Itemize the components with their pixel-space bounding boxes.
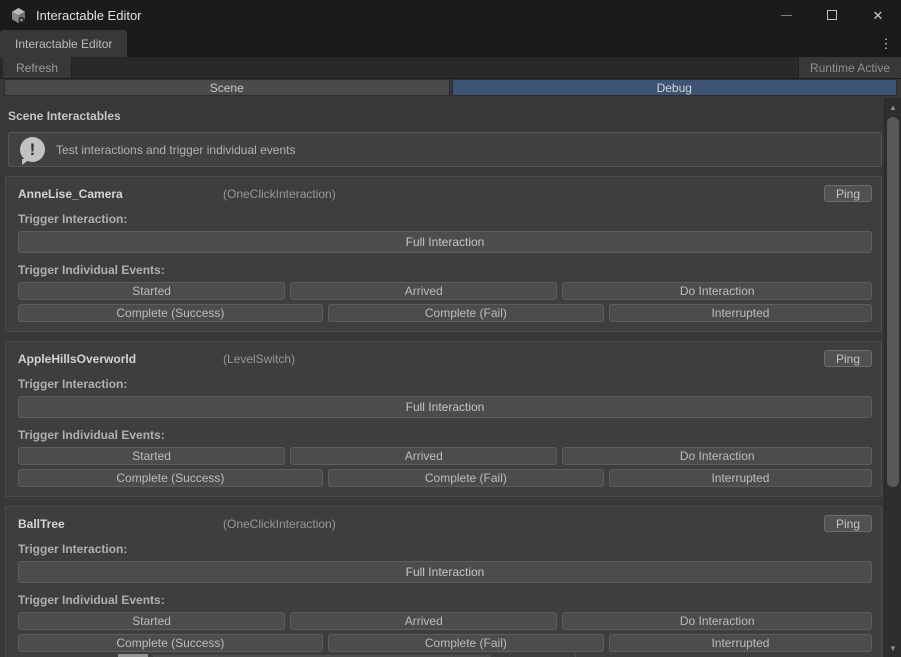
window-titlebar: Interactable Editor ✕: [0, 0, 901, 30]
info-icon: !: [20, 137, 45, 162]
close-icon: ✕: [873, 9, 884, 22]
interactable-type: (OneClickInteraction): [223, 187, 824, 201]
full-interaction-button[interactable]: Full Interaction: [18, 396, 872, 418]
tab-scene[interactable]: Scene: [4, 79, 450, 96]
started-button[interactable]: Started: [18, 447, 285, 465]
maximize-button[interactable]: [809, 0, 855, 30]
interactable-name: AppleHillsOverworld: [18, 352, 223, 366]
complete-success-button[interactable]: Complete (Success): [18, 634, 323, 652]
section-header: AppleHillsOverworld (LevelSwitch) Ping: [18, 350, 872, 367]
complete-success-button[interactable]: Complete (Success): [18, 469, 323, 487]
close-button[interactable]: ✕: [855, 0, 901, 30]
interrupted-button[interactable]: Interrupted: [609, 469, 872, 487]
trigger-events-label: Trigger Individual Events:: [18, 263, 872, 277]
do-interaction-button[interactable]: Do Interaction: [562, 612, 872, 630]
event-button-row: Complete (Success) Complete (Fail) Inter…: [18, 469, 872, 487]
interactable-name: BallTree: [18, 517, 223, 531]
info-message: Test interactions and trigger individual…: [56, 143, 295, 157]
interactable-name: AnneLise_Camera: [18, 187, 223, 201]
do-interaction-button[interactable]: Do Interaction: [562, 447, 872, 465]
complete-fail-button[interactable]: Complete (Fail): [328, 304, 604, 322]
trigger-interaction-label: Trigger Interaction:: [18, 377, 872, 391]
started-button[interactable]: Started: [18, 612, 285, 630]
arrived-button[interactable]: Arrived: [290, 282, 557, 300]
full-interaction-button[interactable]: Full Interaction: [18, 561, 872, 583]
interactable-type: (OneClickInteraction): [223, 517, 824, 531]
event-button-row: Complete (Success) Complete (Fail) Inter…: [18, 634, 872, 652]
kebab-menu-icon[interactable]: ⋮: [878, 30, 894, 57]
event-button-row: Complete (Success) Complete (Fail) Inter…: [18, 304, 872, 322]
trigger-events-label: Trigger Individual Events:: [18, 428, 872, 442]
vertical-scrollbar[interactable]: ▲ ▼: [884, 98, 901, 657]
maximize-icon: [827, 10, 837, 20]
complete-fail-button[interactable]: Complete (Fail): [328, 634, 604, 652]
interrupted-button[interactable]: Interrupted: [609, 304, 872, 322]
clipped-next-section: [0, 653, 884, 657]
started-button[interactable]: Started: [18, 282, 285, 300]
tab-debug[interactable]: Debug: [452, 79, 898, 96]
complete-fail-button[interactable]: Complete (Fail): [328, 469, 604, 487]
do-interaction-button[interactable]: Do Interaction: [562, 282, 872, 300]
tab-interactable-editor[interactable]: Interactable Editor: [0, 30, 127, 57]
toolbar: Refresh Runtime Active: [0, 57, 901, 79]
complete-success-button[interactable]: Complete (Success): [18, 304, 323, 322]
interactable-section: AppleHillsOverworld (LevelSwitch) Ping T…: [5, 341, 882, 497]
full-interaction-button[interactable]: Full Interaction: [18, 231, 872, 253]
event-button-row: Started Arrived Do Interaction: [18, 447, 872, 465]
scrollbar-thumb[interactable]: [887, 117, 899, 487]
arrived-button[interactable]: Arrived: [290, 447, 557, 465]
minimize-button[interactable]: [763, 0, 809, 30]
scroll-down-icon[interactable]: ▼: [885, 641, 901, 655]
tab-label: Interactable Editor: [15, 37, 112, 51]
unity-cube-icon: [10, 7, 27, 24]
ping-button[interactable]: Ping: [824, 350, 872, 367]
scroll-up-icon[interactable]: ▲: [885, 100, 901, 114]
interrupted-button[interactable]: Interrupted: [609, 634, 872, 652]
event-button-row: Started Arrived Do Interaction: [18, 282, 872, 300]
page-title: Scene Interactables: [8, 109, 884, 123]
trigger-interaction-label: Trigger Interaction:: [18, 542, 872, 556]
ping-button[interactable]: Ping: [824, 515, 872, 532]
ping-button[interactable]: Ping: [824, 185, 872, 202]
refresh-button[interactable]: Refresh: [3, 57, 72, 78]
info-helpbox: ! Test interactions and trigger individu…: [8, 132, 882, 167]
arrived-button[interactable]: Arrived: [290, 612, 557, 630]
scene-interactables-panel: Scene Interactables ! Test interactions …: [0, 98, 884, 657]
trigger-events-label: Trigger Individual Events:: [18, 593, 872, 607]
interactable-section: BallTree (OneClickInteraction) Ping Trig…: [5, 506, 882, 657]
window-title: Interactable Editor: [36, 8, 142, 23]
event-button-row: Started Arrived Do Interaction: [18, 612, 872, 630]
interactable-section: AnneLise_Camera (OneClickInteraction) Pi…: [5, 176, 882, 332]
window-controls: ✕: [763, 0, 901, 30]
editor-tab-bar: Interactable Editor ⋮: [0, 30, 901, 57]
section-header: BallTree (OneClickInteraction) Ping: [18, 515, 872, 532]
view-toggle-group: Scene Debug: [0, 79, 901, 98]
minimize-icon: [781, 15, 792, 16]
trigger-interaction-label: Trigger Interaction:: [18, 212, 872, 226]
runtime-active-status[interactable]: Runtime Active: [798, 57, 901, 78]
section-header: AnneLise_Camera (OneClickInteraction) Pi…: [18, 185, 872, 202]
interactable-type: (LevelSwitch): [223, 352, 824, 366]
